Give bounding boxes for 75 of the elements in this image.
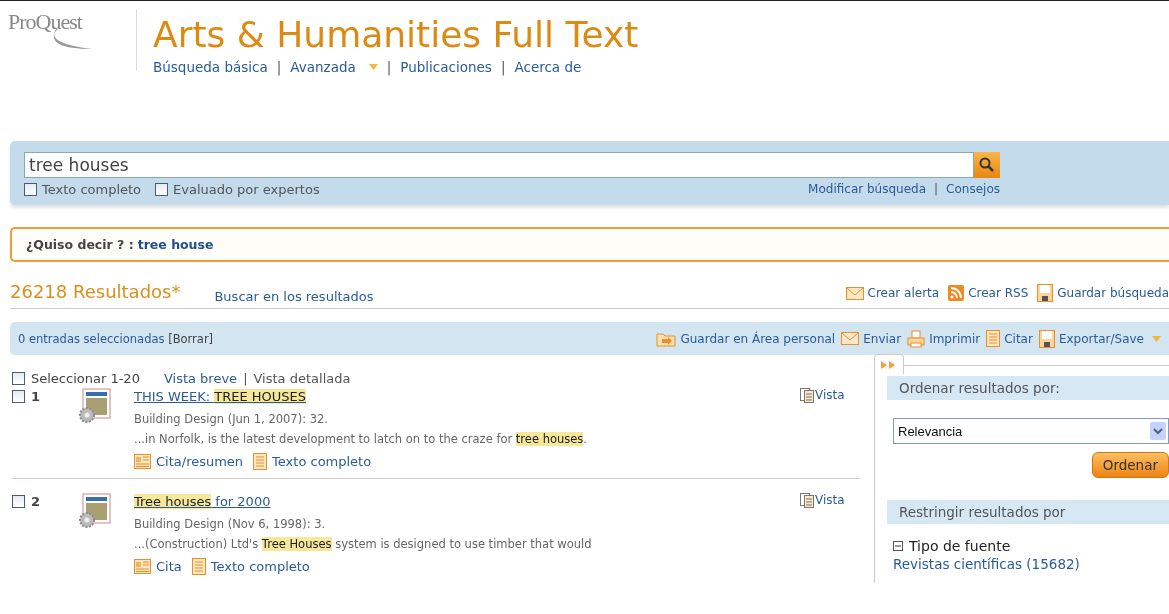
search-link[interactable]: Consejos <box>946 182 1000 197</box>
result-source: Building Design (Jun 1, 2007): 32. <box>134 412 329 426</box>
separator: | <box>934 182 939 197</box>
printer-icon <box>907 329 926 348</box>
double-arrow-icon <box>881 361 897 369</box>
search-icon <box>979 157 995 173</box>
separator: | <box>243 371 248 386</box>
rss-icon <box>948 285 965 301</box>
result-link[interactable]: Texto completo <box>253 453 372 470</box>
selection-count: 0 entradas seleccionadas [Borrar] <box>18 331 214 346</box>
result-snippet: ...(Construction) Ltd's Tree Houses system is designed to use timber that would <box>134 537 593 551</box>
action-link[interactable]: Crear alerta <box>845 286 940 300</box>
nav-link[interactable]: Búsqueda básica <box>153 59 268 75</box>
result-number: 2 <box>31 493 41 509</box>
toolbar-link[interactable]: Enviar <box>841 331 902 346</box>
separator: | <box>276 59 282 75</box>
result-link[interactable]: Cita/resumen <box>134 453 244 470</box>
preview-icon <box>800 493 814 508</box>
database-title: Arts & Humanities Full Text <box>153 15 639 55</box>
result-link[interactable]: Cita <box>134 558 182 575</box>
document-type-icon <box>76 493 112 529</box>
envelope-icon <box>841 332 860 345</box>
checkbox[interactable] <box>12 372 25 385</box>
nav-link[interactable]: Publicaciones <box>400 59 492 75</box>
facet-option[interactable]: Revistas científicas (15682) <box>893 556 1080 572</box>
view-toggle[interactable]: Vista breve <box>163 371 238 386</box>
view-toggle[interactable]: Vista detallada <box>253 371 351 386</box>
search-within-link[interactable]: Buscar en los resultados <box>214 289 374 304</box>
result-source: Building Design (Nov 6, 1998): 3. <box>134 517 327 531</box>
logo[interactable]: ProQuest <box>8 9 82 35</box>
search-field[interactable]: tree houses <box>24 152 974 178</box>
facet-heading: Tipo de fuente <box>909 538 1011 554</box>
preview-icon <box>800 388 814 403</box>
checkbox-label: Texto completo <box>42 182 142 197</box>
sort-button[interactable]: Ordenar <box>1091 452 1169 478</box>
checkbox[interactable] <box>24 183 37 196</box>
preview-link[interactable]: Vista <box>800 388 860 404</box>
preview-link[interactable]: Vista <box>800 493 860 509</box>
checkbox[interactable] <box>12 389 25 403</box>
select-all-label: Seleccionar 1-20 <box>31 371 140 386</box>
abstract-icon <box>134 454 151 469</box>
nav-link[interactable]: Avanzada <box>290 59 356 75</box>
separator: | <box>500 59 506 75</box>
result-number: 1 <box>31 388 41 404</box>
suggestion-label: ¿Quiso decir ? : <box>26 237 134 252</box>
checkbox[interactable] <box>12 494 25 508</box>
sort-select[interactable]: Relevancia <box>893 418 1169 444</box>
search-link[interactable]: Modificar búsqueda <box>808 182 927 197</box>
action-link[interactable]: Crear RSS <box>948 285 1029 301</box>
search-button[interactable] <box>974 152 1000 178</box>
result-title-link[interactable]: Tree houses for 2000 <box>134 493 271 511</box>
abstract-icon <box>134 559 151 574</box>
nav-link[interactable]: Acerca de <box>514 59 582 75</box>
toolbar-link[interactable]: Citar <box>986 330 1033 347</box>
document-icon <box>986 330 1001 347</box>
action-link[interactable]: Guardar búsqueda <box>1037 284 1169 302</box>
suggestion-link[interactable]: tree house <box>137 237 214 252</box>
envelope-icon <box>845 286 864 300</box>
collapse-icon[interactable] <box>893 541 903 551</box>
checkbox[interactable] <box>155 183 169 196</box>
result-snippet: ...in Norfolk, is the latest development to latch on to the craze for tree houses. <box>134 432 588 446</box>
separator: | <box>386 59 392 75</box>
document-icon <box>253 453 268 470</box>
checkbox-label: Evaluado por expertos <box>173 182 320 197</box>
section-heading: Ordenar resultados por: <box>887 376 1169 400</box>
document-type-icon <box>76 388 112 424</box>
folder-icon <box>656 330 677 347</box>
section-heading: Restringir resultados por <box>887 500 1169 524</box>
result-title-link[interactable]: THIS WEEK: TREE HOUSES <box>134 388 307 406</box>
document-icon <box>191 558 206 575</box>
toolbar-link[interactable]: Imprimir <box>907 329 981 348</box>
result-count: 26218 Resultados* <box>10 281 181 302</box>
toolbar-link[interactable]: Guardar en Área personal <box>656 330 836 347</box>
result-link[interactable]: Texto completo <box>191 558 310 575</box>
toolbar-link[interactable]: Exportar/Save <box>1038 329 1161 348</box>
